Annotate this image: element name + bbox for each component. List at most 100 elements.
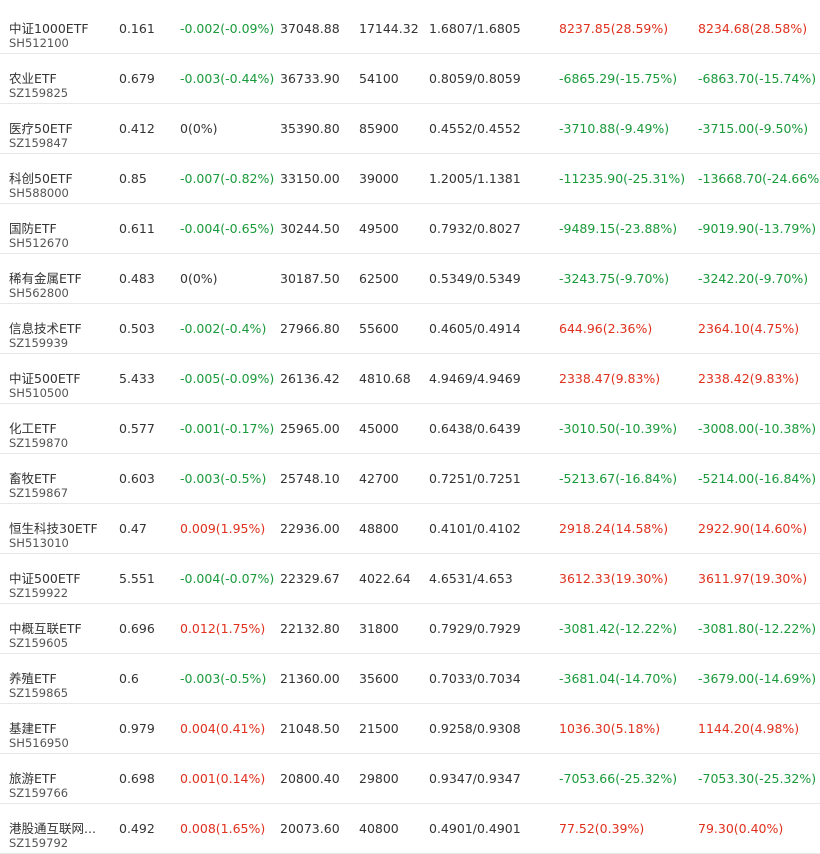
change-cell: 0.009(1.95%)	[180, 521, 266, 536]
shares-cell: 35600	[359, 671, 399, 686]
fund-name-link[interactable]: 信息技术ETF	[9, 318, 82, 337]
table-row[interactable]: 信息技术ETF SZ159939 0.503 -0.002(-0.4%) 27966.8…	[0, 304, 820, 354]
fund-name-link[interactable]: 恒生科技30ETF	[9, 518, 98, 537]
fund-code: SZ159939	[9, 336, 69, 350]
fund-name-link[interactable]: 畜牧ETF	[9, 468, 57, 487]
profit-alt-cell: -5214.00(-16.84%)	[698, 471, 817, 486]
market-value-cell: 21360.00	[280, 671, 340, 686]
fund-name-link[interactable]: 稀有金属ETF	[9, 268, 82, 287]
fund-name-link[interactable]: 化工ETF	[9, 418, 57, 437]
profit-alt-cell: 1144.20(4.98%)	[698, 721, 800, 736]
fund-name-link[interactable]: 科创50ETF	[9, 168, 73, 187]
table-row[interactable]: 化工ETF SZ159870 0.577 -0.001(-0.17%) 25965.00…	[0, 404, 820, 454]
profit-alt-cell: -3679.00(-14.69%)	[698, 671, 817, 686]
table-row[interactable]: 中证1000ETF SH512100 0.161 -0.002(-0.09%) 3704…	[0, 4, 820, 54]
price-cell: 0.6	[119, 671, 139, 686]
fund-code: SZ159792	[9, 836, 69, 850]
table-row[interactable]: 医疗50ETF SZ159847 0.412 0(0%) 35390.80 85900 0.…	[0, 104, 820, 154]
price-cell: 0.603	[119, 471, 155, 486]
change-cell: -0.004(-0.07%)	[180, 571, 275, 586]
profit-alt-cell: 2364.10(4.75%)	[698, 321, 800, 336]
shares-cell: 45000	[359, 421, 399, 436]
table-row[interactable]: 国防ETF SH512670 0.611 -0.004(-0.65%) 30244.50…	[0, 204, 820, 254]
change-cell: 0.012(1.75%)	[180, 621, 266, 636]
price-cell: 0.47	[119, 521, 147, 536]
price-cell: 0.696	[119, 621, 155, 636]
market-value-cell: 26136.42	[280, 371, 340, 386]
fund-name-link[interactable]: 中证500ETF	[9, 368, 81, 387]
profit-alt-cell: 3611.97(19.30%)	[698, 571, 808, 586]
nav-cost-cell: 0.4552/0.4552	[429, 121, 521, 136]
table-row[interactable]: 港股通互联网... SZ159792 0.492 0.008(1.65%) 20073.…	[0, 804, 820, 854]
profit-cell: -3010.50(-10.39%)	[559, 421, 678, 436]
table-row[interactable]: 旅游ETF SZ159766 0.698 0.001(0.14%) 20800.40 29…	[0, 754, 820, 804]
price-cell: 0.979	[119, 721, 155, 736]
market-value-cell: 30187.50	[280, 271, 340, 286]
market-value-cell: 25748.10	[280, 471, 340, 486]
shares-cell: 48800	[359, 521, 399, 536]
fund-name-link[interactable]: 中证1000ETF	[9, 18, 89, 37]
profit-alt-cell: 79.30(0.40%)	[698, 821, 784, 836]
nav-cost-cell: 0.4101/0.4102	[429, 521, 521, 536]
table-row[interactable]: 科创50ETF SH588000 0.85 -0.007(-0.82%) 33150.0…	[0, 154, 820, 204]
profit-cell: 644.96(2.36%)	[559, 321, 653, 336]
fund-name-link[interactable]: 中证500ETF	[9, 568, 81, 587]
fund-name-link[interactable]: 港股通互联网...	[9, 818, 96, 837]
shares-cell: 4022.64	[359, 571, 411, 586]
price-cell: 0.503	[119, 321, 155, 336]
table-row[interactable]: 基建ETF SH516950 0.979 0.004(0.41%) 21048.50 21…	[0, 704, 820, 754]
nav-cost-cell: 0.8059/0.8059	[429, 71, 521, 86]
price-cell: 5.433	[119, 371, 155, 386]
nav-cost-cell: 4.6531/4.653	[429, 571, 513, 586]
fund-name-link[interactable]: 医疗50ETF	[9, 118, 73, 137]
fund-code: SZ159922	[9, 586, 69, 600]
fund-name-link[interactable]: 国防ETF	[9, 218, 57, 237]
profit-alt-cell: 2922.90(14.60%)	[698, 521, 808, 536]
change-cell: -0.007(-0.82%)	[180, 171, 275, 186]
profit-cell: -5213.67(-16.84%)	[559, 471, 678, 486]
nav-cost-cell: 0.7033/0.7034	[429, 671, 521, 686]
profit-cell: -9489.15(-23.88%)	[559, 221, 678, 236]
fund-name-link[interactable]: 基建ETF	[9, 718, 57, 737]
profit-cell: -6865.29(-15.75%)	[559, 71, 678, 86]
shares-cell: 55600	[359, 321, 399, 336]
table-row[interactable]: 中概互联ETF SZ159605 0.696 0.012(1.75%) 22132.80…	[0, 604, 820, 654]
change-cell: -0.004(-0.65%)	[180, 221, 275, 236]
change-cell: -0.002(-0.09%)	[180, 21, 275, 36]
market-value-cell: 22329.67	[280, 571, 340, 586]
profit-cell: -3081.42(-12.22%)	[559, 621, 678, 636]
nav-cost-cell: 0.7929/0.7929	[429, 621, 521, 636]
fund-code: SZ159867	[9, 486, 69, 500]
fund-code: SZ159847	[9, 136, 69, 150]
profit-cell: -3243.75(-9.70%)	[559, 271, 670, 286]
shares-cell: 40800	[359, 821, 399, 836]
fund-name-link[interactable]: 中概互联ETF	[9, 618, 82, 637]
nav-cost-cell: 0.7251/0.7251	[429, 471, 521, 486]
market-value-cell: 30244.50	[280, 221, 340, 236]
table-row[interactable]: 农业ETF SZ159825 0.679 -0.003(-0.44%) 36733.90…	[0, 54, 820, 104]
price-cell: 0.483	[119, 271, 155, 286]
market-value-cell: 22132.80	[280, 621, 340, 636]
table-row[interactable]: 中证500ETF SZ159922 5.551 -0.004(-0.07%) 22329…	[0, 554, 820, 604]
profit-cell: 3612.33(19.30%)	[559, 571, 669, 586]
nav-cost-cell: 0.5349/0.5349	[429, 271, 521, 286]
fund-name-link[interactable]: 旅游ETF	[9, 768, 57, 787]
profit-cell: 77.52(0.39%)	[559, 821, 645, 836]
fund-code: SZ159865	[9, 686, 69, 700]
table-row[interactable]: 畜牧ETF SZ159867 0.603 -0.003(-0.5%) 25748.10 4…	[0, 454, 820, 504]
fund-code: SH513010	[9, 536, 69, 550]
nav-cost-cell: 0.7932/0.8027	[429, 221, 521, 236]
price-cell: 0.412	[119, 121, 155, 136]
profit-alt-cell: -9019.90(-13.79%)	[698, 221, 817, 236]
table-row[interactable]: 稀有金属ETF SH562800 0.483 0(0%) 30187.50 62500 0.…	[0, 254, 820, 304]
change-cell: -0.005(-0.09%)	[180, 371, 275, 386]
profit-alt-cell: 2338.42(9.83%)	[698, 371, 800, 386]
fund-name-link[interactable]: 养殖ETF	[9, 668, 57, 687]
fund-name-link[interactable]: 农业ETF	[9, 68, 57, 87]
table-row[interactable]: 养殖ETF SZ159865 0.6 -0.003(-0.5%) 21360.00 356…	[0, 654, 820, 704]
table-row[interactable]: 中证500ETF SH510500 5.433 -0.005(-0.09%) 26136…	[0, 354, 820, 404]
price-cell: 0.492	[119, 821, 155, 836]
nav-cost-cell: 0.4901/0.4901	[429, 821, 521, 836]
shares-cell: 54100	[359, 71, 399, 86]
table-row[interactable]: 恒生科技30ETF SH513010 0.47 0.009(1.95%) 22936.0…	[0, 504, 820, 554]
